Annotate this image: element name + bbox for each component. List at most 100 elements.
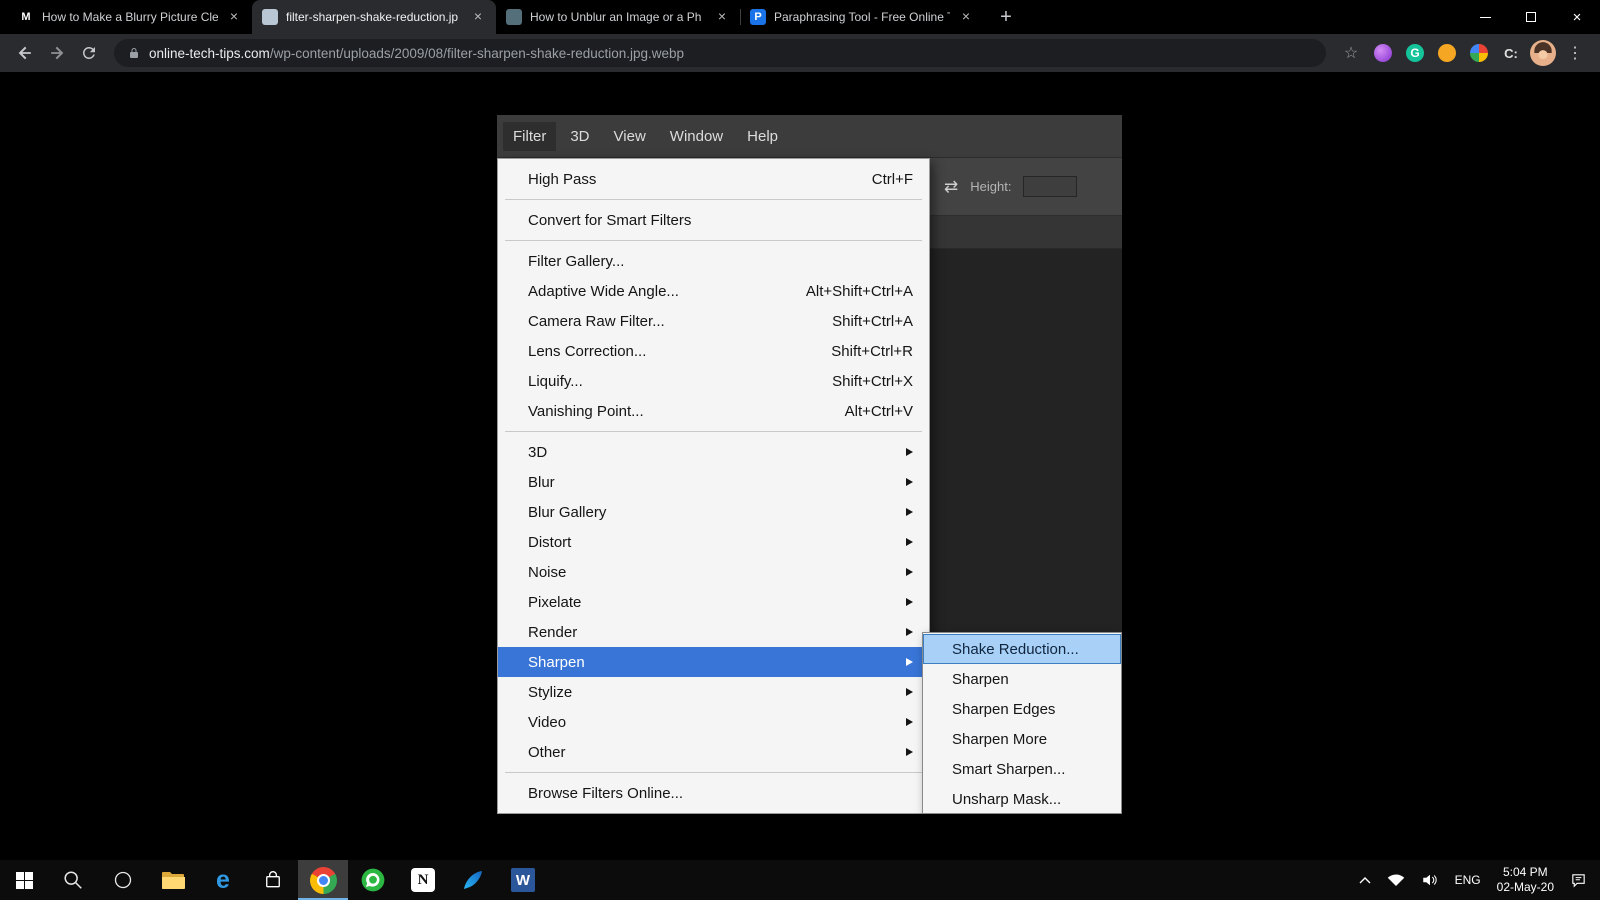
filter-menu-item[interactable]: Blur Gallery	[498, 497, 929, 527]
filter-menu-item[interactable]: Distort	[498, 527, 929, 557]
browser-tab[interactable]: P Paraphrasing Tool - Free Online T ×	[740, 0, 984, 34]
submenu-arrow-icon	[906, 688, 913, 696]
window-minimize-button[interactable]	[1462, 0, 1508, 34]
network-button[interactable]	[1380, 860, 1412, 900]
taskbar: e N W ENG 5:04 PM 02-May-20	[0, 860, 1600, 900]
wifi-icon	[1387, 874, 1404, 886]
sharpen-submenu-item[interactable]: Sharpen More	[923, 724, 1121, 754]
filter-menu-item[interactable]: Lens Correction... Shift+Ctrl+R	[498, 336, 929, 366]
sharpen-submenu-item[interactable]: Sharpen Edges	[923, 694, 1121, 724]
browser-menu-button[interactable]: ⋮	[1560, 38, 1590, 68]
menu-section: Convert for Smart Filters	[498, 205, 929, 235]
menubar-item-label: View	[613, 127, 646, 145]
filter-menu-item[interactable]: Filter Gallery...	[498, 246, 929, 276]
language-indicator[interactable]: ENG	[1448, 860, 1488, 900]
feather-app-button[interactable]	[448, 860, 498, 900]
menu-item-shortcut: Ctrl+F	[871, 170, 913, 188]
windows-logo-icon	[15, 871, 33, 889]
action-center-button[interactable]	[1563, 860, 1594, 900]
window-close-button[interactable]: ×	[1554, 0, 1600, 34]
tab-close-icon[interactable]: ×	[470, 9, 486, 25]
taskbar-clock[interactable]: 5:04 PM 02-May-20	[1490, 860, 1561, 900]
search-icon	[64, 871, 82, 889]
menu-item-label: Sharpen	[952, 670, 1009, 688]
filter-menu-item[interactable]: Camera Raw Filter... Shift+Ctrl+A	[498, 306, 929, 336]
height-input[interactable]	[1023, 176, 1078, 197]
notion-button[interactable]: N	[398, 860, 448, 900]
extension-icon-purple[interactable]	[1368, 38, 1398, 68]
address-bar[interactable]: online-tech-tips.com/wp-content/uploads/…	[114, 39, 1326, 67]
filter-menu-item[interactable]: Noise	[498, 557, 929, 587]
new-tab-button[interactable]: +	[992, 3, 1020, 31]
photoshop-options-bar: ⇄ Height:	[930, 158, 1122, 216]
reload-button[interactable]	[74, 38, 104, 68]
filter-menu-item[interactable]: Stylize	[498, 677, 929, 707]
submenu-arrow-icon	[906, 538, 913, 546]
extension-icon-orange[interactable]	[1432, 38, 1462, 68]
menu-item-label: Sharpen More	[952, 730, 1048, 748]
menu-item-label: Filter Gallery...	[528, 252, 625, 270]
sharpen-submenu-item[interactable]: Unsharp Mask...	[923, 784, 1121, 814]
back-button[interactable]	[10, 38, 40, 68]
window-maximize-button[interactable]	[1508, 0, 1554, 34]
filter-menu-item[interactable]: High Pass Ctrl+F	[498, 164, 929, 194]
filter-menu-item[interactable]: Adaptive Wide Angle... Alt+Shift+Ctrl+A	[498, 276, 929, 306]
photoshop-menubar-item[interactable]: Filter	[503, 121, 557, 151]
edge-icon: e	[216, 865, 230, 894]
reload-icon	[82, 46, 95, 59]
filter-menu-item[interactable]: Render	[498, 617, 929, 647]
forward-button[interactable]	[42, 38, 72, 68]
word-button[interactable]: W	[498, 860, 548, 900]
filter-menu-item[interactable]: Other	[498, 737, 929, 767]
store-button[interactable]	[248, 860, 298, 900]
browser-tab[interactable]: M How to Make a Blurry Picture Cle ×	[8, 0, 252, 34]
filter-menu-item[interactable]: Sharpen	[498, 647, 929, 677]
browser-tab-strip: M How to Make a Blurry Picture Cle × fil…	[0, 0, 1600, 34]
hidden-icons-button[interactable]	[1352, 860, 1378, 900]
start-button[interactable]	[0, 860, 48, 900]
tab-close-icon[interactable]: ×	[714, 9, 730, 25]
photoshop-menubar-item[interactable]: Help	[737, 122, 788, 151]
whatsapp-button[interactable]	[348, 860, 398, 900]
sharpen-submenu-item[interactable]: Smart Sharpen...	[923, 754, 1121, 784]
bookmark-star-button[interactable]: ☆	[1336, 38, 1366, 68]
filter-menu-item[interactable]: Browse Filters Online...	[498, 778, 929, 808]
edge-button[interactable]: e	[198, 860, 248, 900]
menu-item-label: Blur Gallery	[528, 503, 607, 521]
taskbar-search-button[interactable]	[48, 860, 98, 900]
sharpen-submenu-item[interactable]: Shake Reduction...	[923, 634, 1121, 664]
chrome-button[interactable]	[298, 860, 348, 900]
menu-item-label: Lens Correction...	[528, 342, 647, 360]
tab-close-icon[interactable]: ×	[958, 9, 974, 25]
filter-menu-item[interactable]: Pixelate	[498, 587, 929, 617]
menu-item-label: Shake Reduction...	[952, 640, 1079, 658]
photoshop-menubar-item[interactable]: View	[604, 122, 656, 151]
filter-menu-item[interactable]: Convert for Smart Filters	[498, 205, 929, 235]
extension-icon-grammarly[interactable]: G	[1400, 38, 1430, 68]
menu-separator	[505, 772, 922, 773]
cortana-button[interactable]	[98, 860, 148, 900]
extension-icon-c[interactable]: C:	[1496, 38, 1526, 68]
menu-item-label: Vanishing Point...	[528, 402, 644, 420]
extension-icon-multicolor[interactable]	[1464, 38, 1494, 68]
filter-menu-item[interactable]: Video	[498, 707, 929, 737]
filter-menu-item[interactable]: Vanishing Point... Alt+Ctrl+V	[498, 396, 929, 426]
file-explorer-button[interactable]	[148, 860, 198, 900]
volume-button[interactable]	[1414, 860, 1446, 900]
menu-item-shortcut: Shift+Ctrl+R	[831, 342, 913, 360]
clock-time: 5:04 PM	[1502, 865, 1548, 879]
tab-close-icon[interactable]: ×	[226, 9, 242, 25]
photoshop-menubar-item[interactable]: Window	[660, 122, 733, 151]
profile-avatar[interactable]	[1528, 38, 1558, 68]
photoshop-menubar-item[interactable]: 3D	[560, 122, 599, 151]
menu-separator	[505, 199, 922, 200]
url-path: /wp-content/uploads/2009/08/filter-sharp…	[269, 45, 685, 61]
tab-title: Paraphrasing Tool - Free Online T	[774, 10, 950, 24]
filter-menu-item[interactable]: Liquify... Shift+Ctrl+X	[498, 366, 929, 396]
browser-tab[interactable]: filter-sharpen-shake-reduction.jp ×	[252, 0, 496, 34]
store-bag-icon	[266, 871, 280, 888]
filter-menu-item[interactable]: 3D	[498, 437, 929, 467]
filter-menu-item[interactable]: Blur	[498, 467, 929, 497]
sharpen-submenu-item[interactable]: Sharpen	[923, 664, 1121, 694]
browser-tab[interactable]: How to Unblur an Image or a Ph ×	[496, 0, 740, 34]
